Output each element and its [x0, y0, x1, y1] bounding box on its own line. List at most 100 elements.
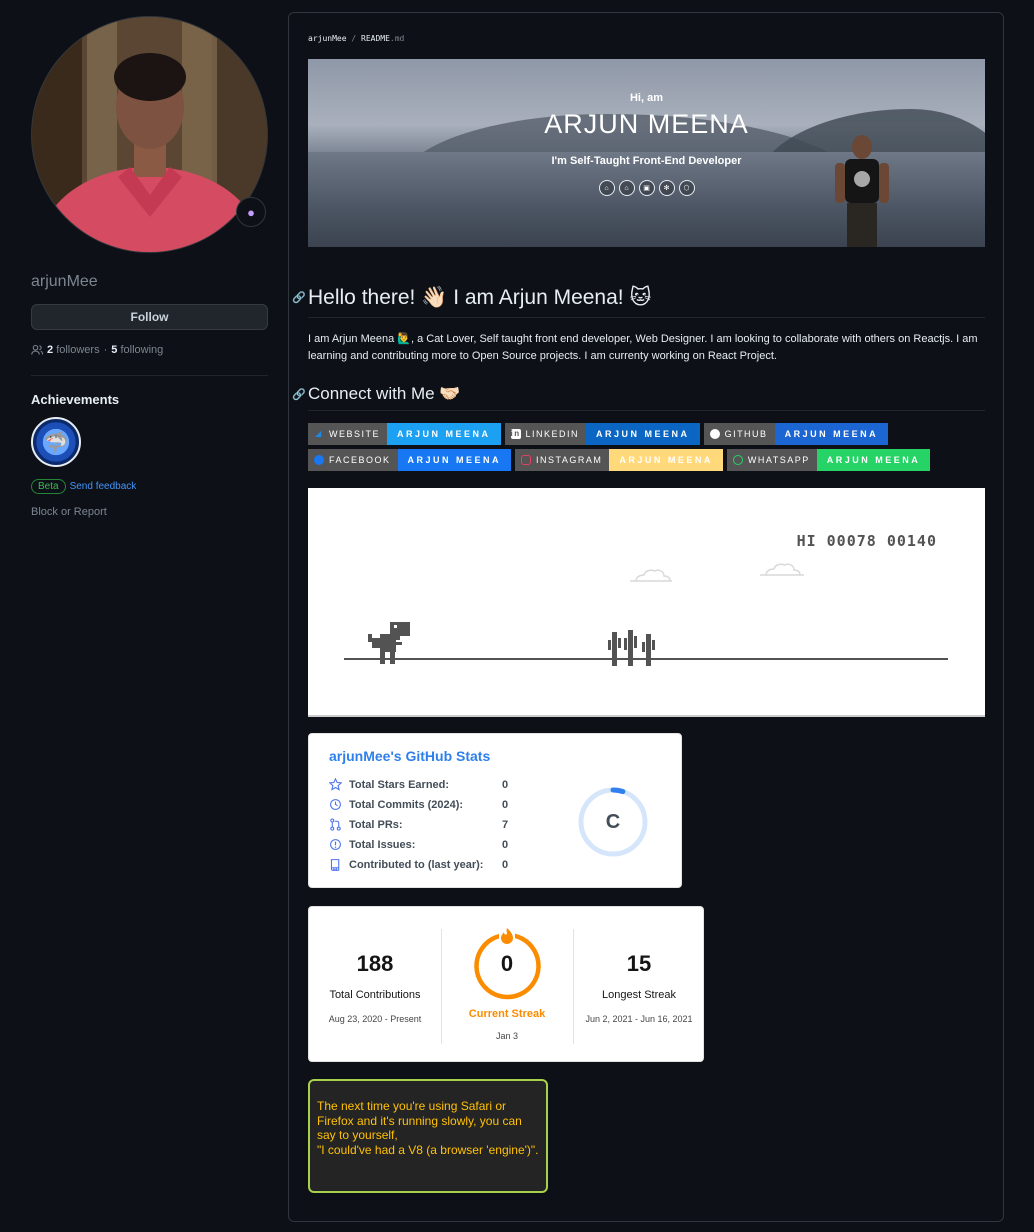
send-feedback-link[interactable]: Send feedback	[70, 481, 137, 492]
beta-row: Beta Send feedback	[31, 479, 268, 494]
quote-text: The next time you're using Safari or Fir…	[317, 1099, 522, 1142]
longest-streak-range: Jun 2, 2021 - Jun 16, 2021	[585, 1014, 693, 1024]
total-contributions: 188 Total Contributions Aug 23, 2020 - P…	[309, 907, 441, 1063]
dino-game-gif: HI 00078 00140	[308, 488, 985, 717]
followers-count: 2	[47, 344, 54, 356]
block-report-link[interactable]: Block or Report	[31, 506, 268, 518]
stats-value: 0	[502, 858, 509, 871]
social-badges: ◢ WEBSITE ARJUN MEENA in LINKEDIN ARJUN ME…	[308, 423, 985, 475]
banner-hi: Hi, am	[629, 92, 663, 104]
avatar-wrap: ●	[31, 16, 268, 253]
cloud-icon	[760, 563, 804, 576]
badge-row: ◢ WEBSITE ARJUN MEENA in LINKEDIN ARJUN ME…	[308, 423, 985, 445]
repo-icon	[330, 859, 340, 871]
html5-icon: ⌂	[598, 180, 615, 196]
current-streak: 0 Current Streak Jan 3	[441, 907, 573, 1063]
banner-tech-icons: ⌂ ⌂ ▣ ✻ ⬡	[308, 180, 985, 196]
website-icon: ◢	[315, 429, 323, 438]
stats-row: Total Commits (2024): 0	[329, 798, 522, 811]
stats-value: 7	[502, 818, 509, 831]
intro-paragraph: I am Arjun Meena 🙋‍♂️, a Cat Lover, Self…	[308, 333, 978, 362]
breadcrumb-ext: .md	[389, 34, 405, 43]
stats-label: Total PRs:	[349, 818, 403, 831]
stats-value: 0	[502, 838, 509, 851]
breadcrumb: arjunMee / README.md	[308, 34, 404, 43]
anchor-link-icon[interactable]: 🔗	[292, 291, 306, 304]
dino-ground	[344, 658, 948, 660]
stats-value: 0	[502, 778, 509, 791]
badge-github[interactable]: GITHUB ARJUN MEENA	[703, 423, 889, 445]
profile-username: arjunMee	[31, 273, 98, 290]
following-label: following	[120, 344, 164, 356]
stats-value: 0	[502, 798, 509, 811]
badge-instagram[interactable]: INSTAGRAM ARJUN MEENA	[515, 449, 723, 471]
issue-icon	[330, 839, 341, 850]
total-contributions-num: 188	[356, 951, 394, 976]
breadcrumb-user[interactable]: arjunMee	[308, 34, 347, 43]
heading-divider	[308, 317, 985, 318]
nodejs-icon: ⬡	[678, 180, 695, 196]
avatar[interactable]	[31, 16, 268, 253]
current-streak-range: Jan 3	[495, 1031, 519, 1041]
badge-row: FACEBOOK ARJUN MEENA INSTAGRAM ARJUN MEE…	[308, 449, 985, 471]
react-icon: ✻	[658, 180, 675, 196]
star-icon	[329, 778, 342, 791]
stats-row: Total Issues: 0	[329, 838, 522, 851]
badge-whatsapp[interactable]: WHATSAPP ARJUN MEENA	[726, 449, 931, 471]
longest-streak-num: 15	[626, 951, 652, 976]
quote-text-2: "I could've had a V8 (a browser 'engine'…	[317, 1142, 539, 1157]
longest-streak: 15 Longest Streak Jun 2, 2021 - Jun 16, …	[573, 907, 705, 1063]
readme-banner: Hi, am ARJUN MEENA I'm Self-Taught Front…	[308, 59, 985, 247]
follow-stats: 2 followers · 5 following	[31, 344, 268, 356]
stats-label: Total Issues:	[349, 838, 416, 851]
linkedin-icon: in	[510, 429, 521, 439]
stats-label: Contributed to (last year):	[349, 858, 484, 871]
followers-link[interactable]: 2 followers	[47, 344, 100, 356]
whatsapp-icon	[732, 455, 743, 465]
badge-website[interactable]: ◢ WEBSITE ARJUN MEENA	[308, 423, 501, 445]
facebook-icon	[314, 455, 324, 465]
status-emoji-icon[interactable]: ●	[236, 197, 266, 227]
people-icon	[31, 344, 43, 355]
following-link[interactable]: 5 following	[111, 344, 163, 356]
stats-title: arjunMee's GitHub Stats	[329, 748, 491, 764]
badge-facebook[interactable]: FACEBOOK ARJUN MEENA	[308, 449, 512, 471]
followers-label: followers	[56, 344, 100, 356]
dot-separator: ·	[103, 344, 108, 356]
breadcrumb-file[interactable]: README	[361, 34, 390, 43]
history-icon	[330, 799, 341, 810]
profile-sidebar: ● arjunMee Follow 2 followers · 5 follow…	[31, 16, 268, 518]
heading-hello-text: Hello there! 👋🏻 I am Arjun Meena! 🐱	[308, 286, 652, 309]
banner-name: ARJUN MEENA	[544, 109, 749, 139]
pull-request-icon	[330, 818, 341, 831]
follow-button[interactable]: Follow	[31, 304, 268, 330]
instagram-icon	[521, 455, 532, 465]
badge-linkedin[interactable]: in LINKEDIN ARJUN MEENA	[504, 423, 700, 445]
achievement-badge-icon[interactable]: 🦈	[31, 417, 81, 467]
beta-badge: Beta	[31, 479, 66, 494]
stats-label: Total Commits (2024):	[349, 798, 464, 811]
total-contributions-range: Aug 23, 2020 - Present	[328, 1014, 422, 1024]
anchor-link-icon[interactable]: 🔗	[292, 388, 306, 401]
sidebar-divider	[31, 375, 268, 376]
github-icon	[709, 429, 720, 439]
cactus-icon	[608, 630, 655, 666]
heading-connect-text: Connect with Me 🤝🏻	[308, 384, 461, 403]
css3-icon: ⌂	[618, 180, 635, 196]
following-count: 5	[111, 344, 118, 356]
dino-score: HI 00078 00140	[796, 532, 937, 550]
achievements-title[interactable]: Achievements	[31, 392, 268, 407]
heading-connect: 🔗 Connect with Me 🤝🏻	[292, 384, 461, 404]
dev-quote-card: The next time you're using Safari or Fir…	[308, 1079, 548, 1193]
stats-row: Contributed to (last year): 0	[329, 858, 522, 871]
readme-panel: arjunMee / README.md Hi, am ARJUN MEENA …	[288, 12, 1004, 1222]
stats-row: Total PRs: 7	[329, 818, 522, 831]
streak-stats-card: 188 Total Contributions Aug 23, 2020 - P…	[308, 906, 704, 1062]
longest-streak-label: Longest Streak	[602, 989, 676, 1001]
heading-divider	[308, 410, 985, 411]
stats-label: Total Stars Earned:	[349, 778, 450, 791]
current-streak-num: 0	[500, 951, 514, 976]
github-stats-card: arjunMee's GitHub Stats Total Stars Earn…	[308, 733, 682, 888]
stats-row: Total Stars Earned: 0	[329, 778, 522, 791]
heading-hello: 🔗 Hello there! 👋🏻 I am Arjun Meena! 🐱	[292, 285, 652, 310]
